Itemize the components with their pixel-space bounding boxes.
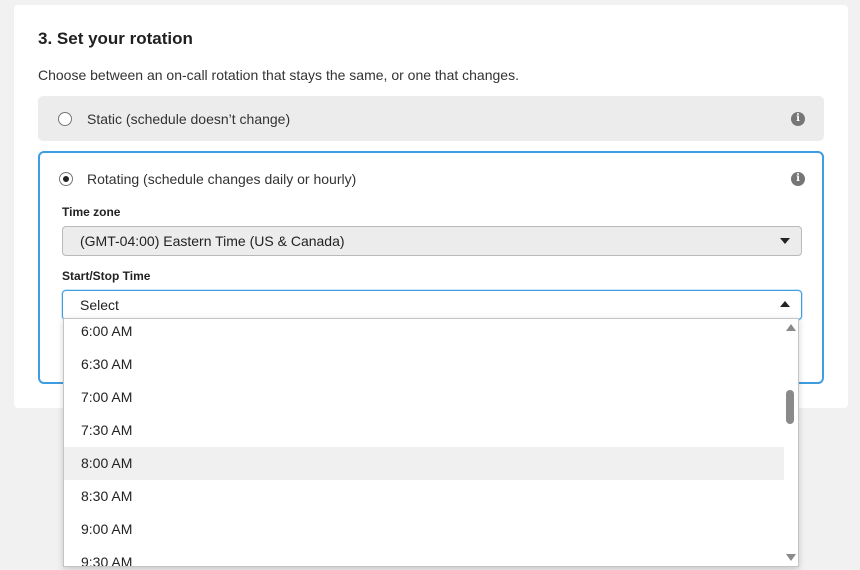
static-option[interactable]: Static (schedule doesn’t change) i bbox=[38, 96, 824, 141]
time-option-list: 6:00 AM 6:30 AM 7:00 AM 7:30 AM 8:00 AM 8:30 … bbox=[64, 319, 784, 566]
start-stop-dropdown[interactable]: 6:00 AM 6:30 AM 7:00 AM 7:30 AM 8:00 AM 8:30 … bbox=[63, 318, 799, 567]
time-option[interactable]: 7:30 AM bbox=[64, 414, 784, 447]
scroll-down-icon[interactable] bbox=[786, 554, 796, 561]
static-option-label: Static (schedule doesn’t change) bbox=[87, 111, 291, 127]
time-option[interactable]: 8:30 AM bbox=[64, 480, 784, 513]
time-option[interactable]: 9:30 AM bbox=[64, 546, 784, 566]
dropdown-scrollbar[interactable] bbox=[782, 319, 798, 566]
chevron-up-icon bbox=[780, 301, 790, 307]
section-subtitle: Choose between an on-call rotation that … bbox=[38, 67, 519, 83]
start-stop-value: Select bbox=[80, 297, 119, 313]
section-title: 3. Set your rotation bbox=[38, 29, 193, 48]
time-option[interactable]: 8:00 AM bbox=[64, 447, 784, 480]
time-option[interactable]: 7:00 AM bbox=[64, 381, 784, 414]
rotating-option-label: Rotating (schedule changes daily or hour… bbox=[87, 171, 357, 187]
time-option[interactable]: 9:00 AM bbox=[64, 513, 784, 546]
time-option[interactable]: 6:00 AM bbox=[64, 319, 784, 348]
timezone-value: (GMT-04:00) Eastern Time (US & Canada) bbox=[80, 233, 345, 249]
scroll-up-icon[interactable] bbox=[786, 324, 796, 331]
rotating-radio[interactable] bbox=[59, 172, 73, 186]
info-icon[interactable]: i bbox=[791, 172, 805, 186]
start-stop-select[interactable]: Select bbox=[62, 290, 802, 320]
timezone-select[interactable]: (GMT-04:00) Eastern Time (US & Canada) bbox=[62, 226, 802, 256]
scrollbar-thumb[interactable] bbox=[786, 390, 794, 424]
time-option[interactable]: 6:30 AM bbox=[64, 348, 784, 381]
info-icon[interactable]: i bbox=[791, 112, 805, 126]
timezone-label: Time zone bbox=[62, 205, 121, 219]
chevron-down-icon bbox=[780, 238, 790, 244]
start-stop-label: Start/Stop Time bbox=[62, 269, 151, 283]
static-radio[interactable] bbox=[58, 112, 72, 126]
